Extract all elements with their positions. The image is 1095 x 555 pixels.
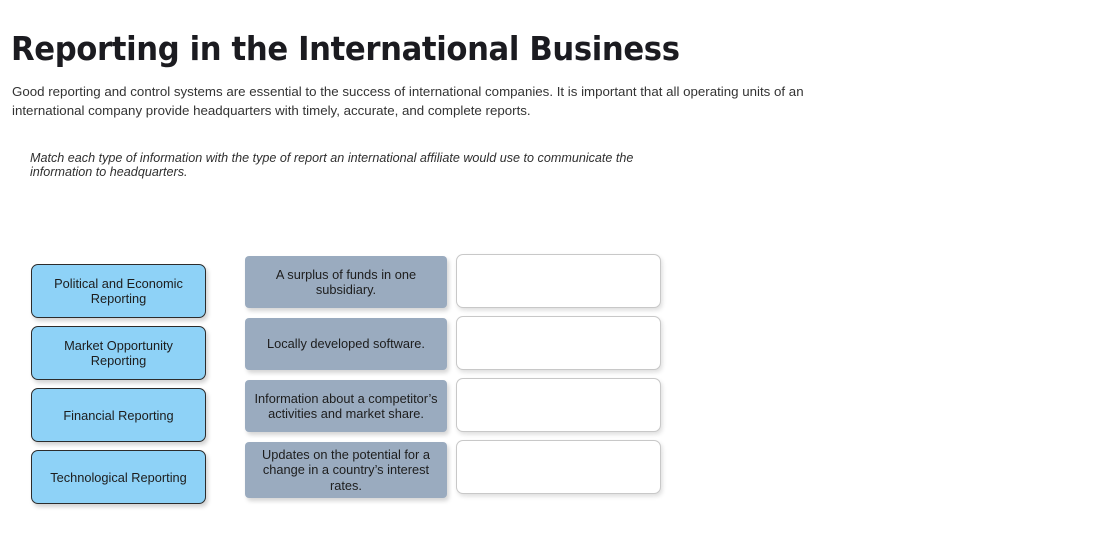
answer-dropzone[interactable] [456, 254, 661, 308]
item-label: Information about a competitor’s activit… [254, 390, 438, 422]
category-label: Market Opportunity Reporting [64, 338, 173, 368]
category-column: Political and Economic Reporting Market … [31, 264, 206, 512]
category-label: Financial Reporting [63, 407, 174, 423]
answer-dropzone[interactable] [456, 378, 661, 432]
category-tile[interactable]: Political and Economic Reporting [31, 264, 206, 318]
item-label: Locally developed software. [267, 336, 425, 352]
matching-exercise: Political and Economic Reporting Market … [0, 0, 1095, 555]
item-prompt: Updates on the potential for a change in… [245, 442, 447, 498]
category-label: Political and Economic Reporting [54, 276, 183, 306]
category-tile[interactable]: Technological Reporting [31, 450, 206, 504]
item-label: Updates on the potential for a change in… [262, 446, 430, 493]
answer-dropzone[interactable] [456, 440, 661, 494]
answer-dropzone[interactable] [456, 316, 661, 370]
category-label: Technological Reporting [50, 469, 187, 485]
item-prompt: Locally developed software. [245, 318, 447, 370]
item-prompt: Information about a competitor’s activit… [245, 380, 447, 432]
category-tile[interactable]: Financial Reporting [31, 388, 206, 442]
item-prompt: A surplus of funds in one subsidiary. [245, 256, 447, 308]
category-tile[interactable]: Market Opportunity Reporting [31, 326, 206, 380]
dropzone-column [456, 254, 661, 502]
item-column: A surplus of funds in one subsidiary. Lo… [245, 256, 447, 508]
item-label: A surplus of funds in one subsidiary. [275, 266, 417, 298]
